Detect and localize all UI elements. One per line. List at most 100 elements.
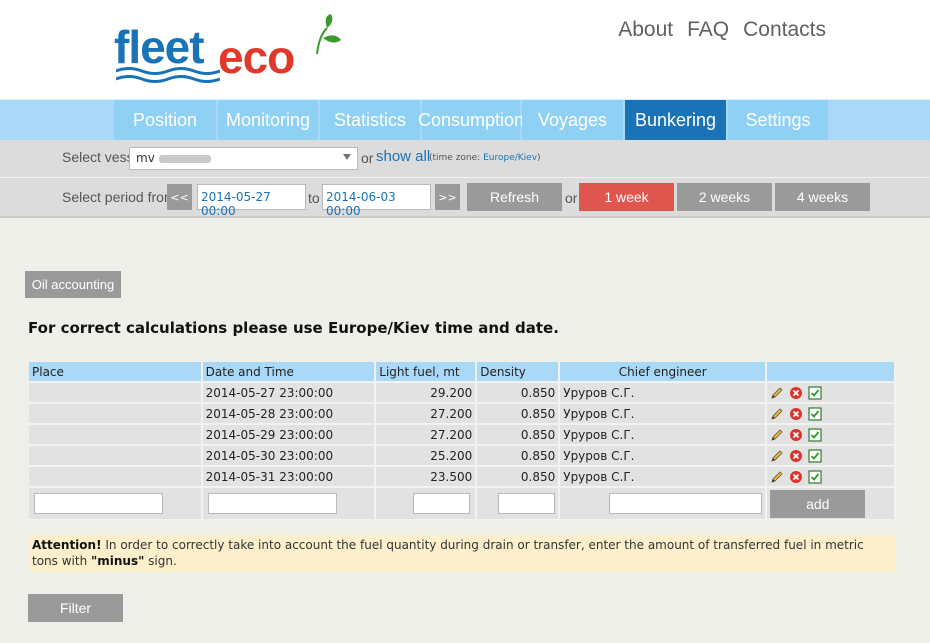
cell-fuel: 27.200 (376, 425, 478, 446)
fuel-input-cell (376, 488, 478, 521)
cell-density: 0.850 (477, 383, 561, 404)
vessel-name-redacted (158, 154, 211, 163)
cell-density: 0.850 (477, 404, 561, 425)
datetime-input-cell (202, 488, 377, 521)
cell-place (29, 446, 203, 467)
delete-icon[interactable] (789, 470, 803, 484)
tab-consumption[interactable]: Consumption (418, 100, 524, 140)
table-row: 2014-05-29 23:00:00 27.200 0.850 Уруров … (29, 425, 896, 446)
edit-pencil-icon[interactable] (770, 428, 784, 442)
header-date-time: Date and Time (202, 362, 377, 383)
header-place: Place (29, 362, 203, 383)
select-period-label: Select period from (62, 189, 176, 205)
tz-prefix: (time zone: (429, 153, 481, 163)
header-light-fuel: Light fuel, mt (376, 362, 478, 383)
header-density: Density (477, 362, 561, 383)
tab-position[interactable]: Position (114, 100, 216, 140)
chief-engineer-input[interactable] (609, 493, 763, 514)
previous-period-button[interactable]: << (167, 184, 192, 210)
confirm-checkbox-icon[interactable] (808, 428, 822, 442)
cell-datetime: 2014-05-30 23:00:00 (202, 446, 377, 467)
filter-button[interactable]: Filter (28, 594, 123, 622)
density-input[interactable] (498, 493, 556, 514)
delete-icon[interactable] (789, 407, 803, 421)
cell-actions (767, 404, 896, 425)
add-button[interactable]: add (770, 489, 866, 518)
one-week-button[interactable]: 1 week (579, 183, 674, 211)
tab-voyages[interactable]: Voyages (522, 100, 623, 140)
or-label-2: or (565, 190, 578, 206)
cell-fuel: 23.500 (376, 467, 478, 488)
cell-datetime: 2014-05-27 23:00:00 (202, 383, 377, 404)
place-input[interactable] (34, 493, 163, 514)
confirm-checkbox-icon[interactable] (808, 407, 822, 421)
fleeteco-logo[interactable]: fleet eco (114, 14, 344, 84)
density-input-cell (477, 488, 561, 521)
delete-icon[interactable] (789, 428, 803, 442)
next-period-button[interactable]: >> (435, 184, 460, 210)
light-fuel-input[interactable] (413, 493, 471, 514)
divider (0, 177, 930, 178)
edit-pencil-icon[interactable] (770, 407, 784, 421)
chevron-down-icon (343, 154, 351, 160)
or-label: or (361, 150, 374, 166)
four-weeks-button[interactable]: 4 weeks (775, 183, 870, 211)
date-from-input[interactable]: 2014-05-27 00:00 (197, 184, 306, 218)
cell-engineer: Уруров С.Г. (560, 383, 768, 404)
cell-density: 0.850 (477, 425, 561, 446)
table-row: 2014-05-28 23:00:00 27.200 0.850 Уруров … (29, 404, 896, 425)
confirm-checkbox-icon[interactable] (808, 449, 822, 463)
attention-notice: Attention! In order to correctly take in… (29, 535, 896, 572)
cell-place (29, 383, 203, 404)
time-zone-link[interactable]: Europe/Kiev (483, 153, 537, 163)
date-to-input[interactable]: 2014-06-03 00:00 (322, 184, 431, 218)
show-all-link[interactable]: show all (376, 148, 430, 165)
cell-density: 0.850 (477, 446, 561, 467)
tab-statistics[interactable]: Statistics (320, 100, 420, 140)
cell-place (29, 425, 203, 446)
cell-engineer: Уруров С.Г. (560, 404, 768, 425)
to-label: to (308, 190, 320, 206)
cell-engineer: Уруров С.Г. (560, 446, 768, 467)
attention-minus: "minus" (91, 554, 145, 568)
vessel-select[interactable]: mv (129, 147, 358, 170)
cell-datetime: 2014-05-31 23:00:00 (202, 467, 377, 488)
cell-datetime: 2014-05-28 23:00:00 (202, 404, 377, 425)
table-row: 2014-05-31 23:00:00 23.500 0.850 Уруров … (29, 467, 896, 488)
header-chief-engineer: Chief engineer (560, 362, 768, 383)
refresh-button[interactable]: Refresh (467, 183, 562, 211)
cell-actions (767, 467, 896, 488)
top-links: About FAQ Contacts (618, 18, 826, 42)
cell-engineer: Уруров С.Г. (560, 425, 768, 446)
confirm-checkbox-icon[interactable] (808, 386, 822, 400)
tab-settings[interactable]: Settings (728, 100, 828, 140)
faq-link[interactable]: FAQ (687, 18, 729, 42)
edit-pencil-icon[interactable] (770, 470, 784, 484)
cell-actions (767, 425, 896, 446)
about-link[interactable]: About (618, 18, 673, 42)
header: fleet eco About FAQ Contacts (0, 0, 930, 100)
cell-fuel: 25.200 (376, 446, 478, 467)
cell-datetime: 2014-05-29 23:00:00 (202, 425, 377, 446)
time-notice: For correct calculations please use Euro… (28, 319, 559, 337)
delete-icon[interactable] (789, 449, 803, 463)
datetime-input[interactable] (207, 493, 337, 514)
edit-pencil-icon[interactable] (770, 386, 784, 400)
cell-place (29, 467, 203, 488)
add-cell: add (767, 488, 896, 521)
contacts-link[interactable]: Contacts (743, 18, 826, 42)
leaf-icon (316, 14, 341, 55)
cell-fuel: 29.200 (376, 383, 478, 404)
tab-monitoring[interactable]: Monitoring (218, 100, 318, 140)
main-nav: Position Monitoring Statistics Consumpti… (0, 99, 930, 140)
delete-icon[interactable] (789, 386, 803, 400)
confirm-checkbox-icon[interactable] (808, 470, 822, 484)
cell-place (29, 404, 203, 425)
tab-bunkering[interactable]: Bunkering (625, 100, 726, 140)
oil-accounting-button[interactable]: Oil accounting (25, 271, 121, 298)
cell-density: 0.850 (477, 467, 561, 488)
edit-pencil-icon[interactable] (770, 449, 784, 463)
two-weeks-button[interactable]: 2 weeks (677, 183, 772, 211)
table-row: 2014-05-30 23:00:00 25.200 0.850 Уруров … (29, 446, 896, 467)
attention-tail: sign. (144, 554, 177, 568)
